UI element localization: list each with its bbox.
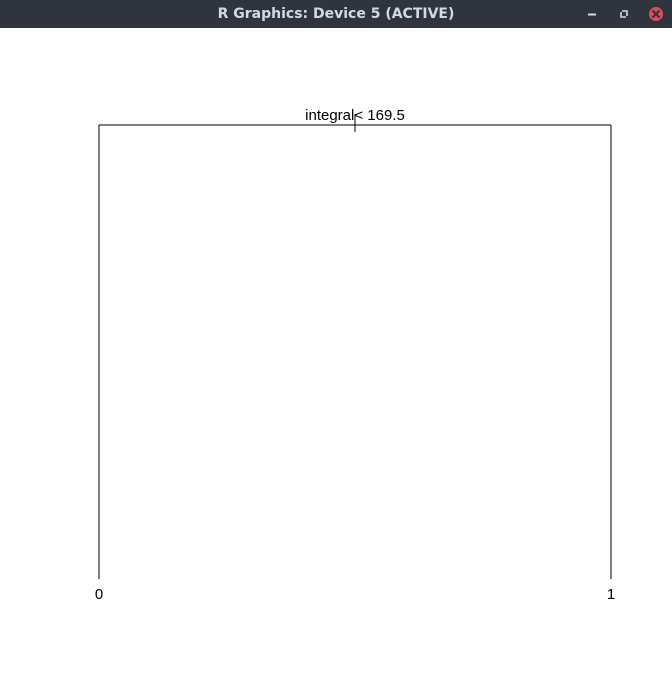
minimize-icon[interactable] bbox=[584, 6, 600, 22]
split-label: integral< 169.5 bbox=[305, 107, 405, 124]
tree-plot: integral< 169.5 0 1 bbox=[95, 107, 615, 603]
right-leaf-label: 1 bbox=[607, 586, 615, 603]
left-leaf-label: 0 bbox=[95, 586, 103, 603]
title-bar[interactable]: R Graphics: Device 5 (ACTIVE) bbox=[0, 0, 672, 28]
r-graphics-window: R Graphics: Device 5 (ACTIVE) integral< … bbox=[0, 0, 672, 700]
plot-canvas: integral< 169.5 0 1 bbox=[0, 28, 672, 700]
maximize-icon[interactable] bbox=[616, 6, 632, 22]
window-title: R Graphics: Device 5 (ACTIVE) bbox=[217, 6, 455, 22]
close-icon[interactable] bbox=[648, 6, 664, 22]
